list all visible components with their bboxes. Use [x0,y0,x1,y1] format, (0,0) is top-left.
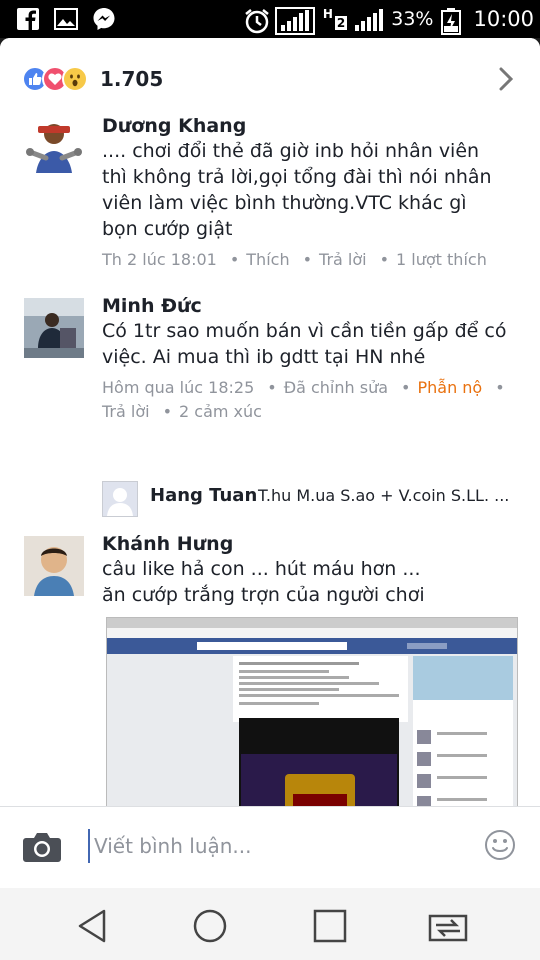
signal-icon [274,7,315,35]
clock: 10:00 [473,7,534,31]
comments-list[interactable]: Dương Khang .... chơi đổi thẻ đã giờ inb… [0,118,540,808]
comment-time: Th 2 lúc 18:01 [102,250,217,269]
navigation-bar [0,888,540,960]
comment-text-line: câu like hả con ... hút máu hơn ... [102,558,421,580]
wow-icon [62,66,88,92]
comment-text-line: .... chơi đổi thẻ đã giờ inb hỏi nhân vi… [102,140,480,162]
angry-reaction-link[interactable]: Phẫn nộ [417,378,482,397]
avatar[interactable] [24,118,84,178]
reply-link[interactable]: Trả lời [102,402,150,421]
network-type-label: H [322,7,333,21]
comment-text: Có 1tr sao muốn bán vì cần tiền gấp để c… [102,318,512,370]
like-link[interactable]: Thích [246,250,289,269]
comment-input[interactable]: Viết bình luận... [88,829,448,863]
comment-item: Dương Khang .... chơi đổi thẻ đã giờ inb… [24,118,524,284]
comment-meta: Th 2 lúc 18:01 • Thích • Trả lời • 1 lượt thíc… [102,250,487,269]
messenger-icon [92,7,116,31]
reply-text: T.hu M.ua S.ao + V.coin S.LL. ... [258,486,510,505]
battery-charging-icon [441,7,465,35]
comment-item: Minh Đức Có 1tr sao muốn bán vì cần tiền… [24,294,524,474]
comment-author[interactable]: Khánh Hưng [102,532,512,556]
recents-icon[interactable] [310,906,350,946]
comment-time: Hôm qua lúc 18:25 [102,378,255,397]
comment-text-line: ăn cướp trắng trợn của người chơi [102,584,425,606]
camera-icon[interactable] [22,831,62,867]
comments-sheet: 1.705 Dương Khang .... chơi đổi thẻ đã g… [0,38,540,888]
comment-composer: Viết bình luận... [0,806,540,888]
facebook-icon [16,7,40,31]
emoji-icon[interactable] [484,829,516,865]
comment-body: Minh Đức Có 1tr sao muốn bán vì cần tiền… [102,294,512,424]
comment-author[interactable]: Dương Khang [102,118,512,138]
switch-window-icon[interactable] [428,906,468,946]
reactions-count: 1.705 [100,67,164,91]
comment-text: .... chơi đổi thẻ đã giờ inb hỏi nhân vi… [102,138,512,242]
avatar[interactable] [102,481,138,517]
reactions-summary[interactable]: 1.705 [22,66,163,92]
reactions-count-link[interactable]: 2 cảm xúc [179,402,262,421]
chevron-right-icon[interactable] [498,66,514,96]
comment-text-line: viên làm việc bình thường.VTC khác gì [102,192,467,214]
alarm-icon [243,7,269,34]
comment-meta: Hôm qua lúc 18:25 • Đã chỉnh sửa • Phẫn nộ • T… [102,378,505,421]
gallery-icon [54,7,78,31]
sim-label: 2 [334,16,348,30]
status-bar: H 2 33% 10:00 [0,0,540,38]
comment-author[interactable]: Minh Đức [102,294,512,318]
comment-text-line: việc. Ai mua thì ib gdtt tại HN nhé [102,346,426,368]
home-icon[interactable] [190,906,230,946]
signal-bars-icon [355,7,384,31]
back-icon[interactable] [72,906,112,946]
comment-text: câu like hả con ... hút máu hơn ... ăn c… [102,556,512,608]
avatar[interactable] [24,298,84,358]
likes-count-link[interactable]: 1 lượt thích [396,250,487,269]
edited-link[interactable]: Đã chỉnh sửa [284,378,388,397]
attached-screenshot-image[interactable] [106,617,518,808]
comment-body: Khánh Hưng câu like hả con ... hút máu h… [102,532,512,608]
reply-author[interactable]: Hang Tuan [150,485,257,506]
battery-percent: 33% [391,8,434,30]
comment-text-line: thì không trả lời,gọi tổng đài thì nói n… [102,166,492,188]
reactions-bar[interactable]: 1.705 [0,38,540,118]
avatar[interactable] [24,536,84,596]
reply-link[interactable]: Trả lời [319,250,367,269]
comment-text-line: Có 1tr sao muốn bán vì cần tiền gấp để c… [102,320,507,342]
comment-body: Dương Khang .... chơi đổi thẻ đã giờ inb… [102,118,512,272]
reply-preview[interactable]: Hang Tuan T.hu M.ua S.ao + V.coin S.LL. … [102,481,522,517]
comment-text-line: bọn cướp giật [102,218,233,240]
